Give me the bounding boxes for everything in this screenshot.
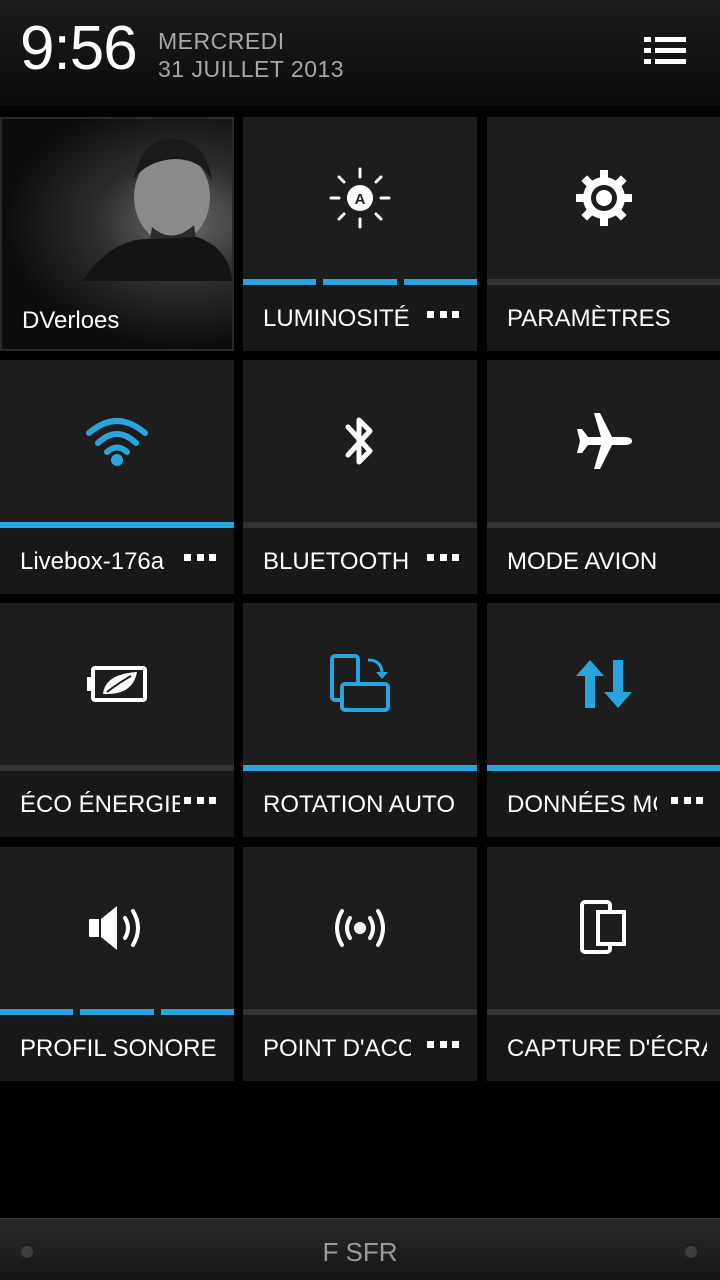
- tile-label: POINT D'ACCÈ: [263, 1035, 411, 1062]
- more-options-icon[interactable]: [427, 1041, 459, 1051]
- more-options-icon[interactable]: [184, 554, 216, 564]
- tile-bluetooth[interactable]: BLUETOOTH: [243, 360, 477, 594]
- bluetooth-icon: [345, 417, 373, 465]
- gear-icon: [576, 170, 632, 226]
- more-options-icon[interactable]: [184, 797, 216, 807]
- drag-handle-footer[interactable]: F SFR: [0, 1218, 720, 1280]
- list-menu-button[interactable]: [640, 34, 690, 74]
- tile-label: MODE AVION: [507, 548, 658, 575]
- tile-label: DVerloes: [22, 307, 120, 334]
- tile-wifi[interactable]: Livebox-176a: [0, 360, 234, 594]
- footer-dot-right: [684, 1244, 698, 1258]
- status-header: 9:56 MERCREDI 31 JUILLET 2013: [0, 0, 720, 106]
- tile-mobile-data[interactable]: DONNÉES MO: [487, 603, 720, 837]
- tile-sound-profile[interactable]: PROFIL SONORE: [0, 847, 234, 1081]
- mobile-data-icon: [576, 660, 632, 708]
- tile-screenshot[interactable]: CAPTURE D'ÉCRAN: [487, 847, 720, 1081]
- eco-battery-icon: [87, 666, 147, 702]
- tile-profile[interactable]: DVerloes: [0, 117, 234, 351]
- hotspot-icon: [335, 909, 385, 947]
- auto-rotate-icon: [330, 654, 390, 712]
- tile-hotspot[interactable]: POINT D'ACCÈ: [243, 847, 477, 1081]
- list-icon: [644, 37, 686, 64]
- wifi-icon: [86, 418, 148, 466]
- more-options-icon[interactable]: [427, 311, 459, 321]
- tile-settings[interactable]: PARAMÈTRES: [487, 117, 720, 351]
- date: 31 JUILLET 2013: [158, 56, 345, 82]
- more-options-icon[interactable]: [671, 797, 703, 807]
- tile-eco-energy[interactable]: ÉCO ÉNERGIE: [0, 603, 234, 837]
- tile-label: ROTATION AUTO: [263, 791, 456, 818]
- tile-label: BLUETOOTH: [263, 548, 410, 575]
- user-photo: [82, 138, 232, 281]
- speaker-icon: [89, 906, 140, 950]
- tile-label: PARAMÈTRES: [507, 305, 671, 332]
- tile-label: Livebox-176a: [20, 548, 165, 575]
- screenshot-icon: [580, 900, 626, 954]
- tile-label: PROFIL SONORE: [20, 1035, 217, 1062]
- tile-brightness[interactable]: A LUMINOSITÉ: [243, 117, 477, 351]
- tile-label: CAPTURE D'ÉCRAN: [507, 1035, 707, 1062]
- tile-label: LUMINOSITÉ: [263, 305, 410, 332]
- tile-label: ÉCO ÉNERGIE: [20, 791, 180, 818]
- brightness-auto-icon: A: [329, 167, 391, 229]
- airplane-icon: [577, 413, 632, 469]
- svg-text:A: A: [355, 191, 366, 208]
- tile-auto-rotate[interactable]: ROTATION AUTO: [243, 603, 477, 837]
- tile-label: DONNÉES MO: [507, 791, 657, 818]
- carrier-name: F SFR: [322, 1237, 398, 1267]
- weekday: MERCREDI: [158, 28, 285, 54]
- clock: 9:56: [20, 14, 138, 83]
- more-options-icon[interactable]: [427, 554, 459, 564]
- tile-airplane-mode[interactable]: MODE AVION: [487, 360, 720, 594]
